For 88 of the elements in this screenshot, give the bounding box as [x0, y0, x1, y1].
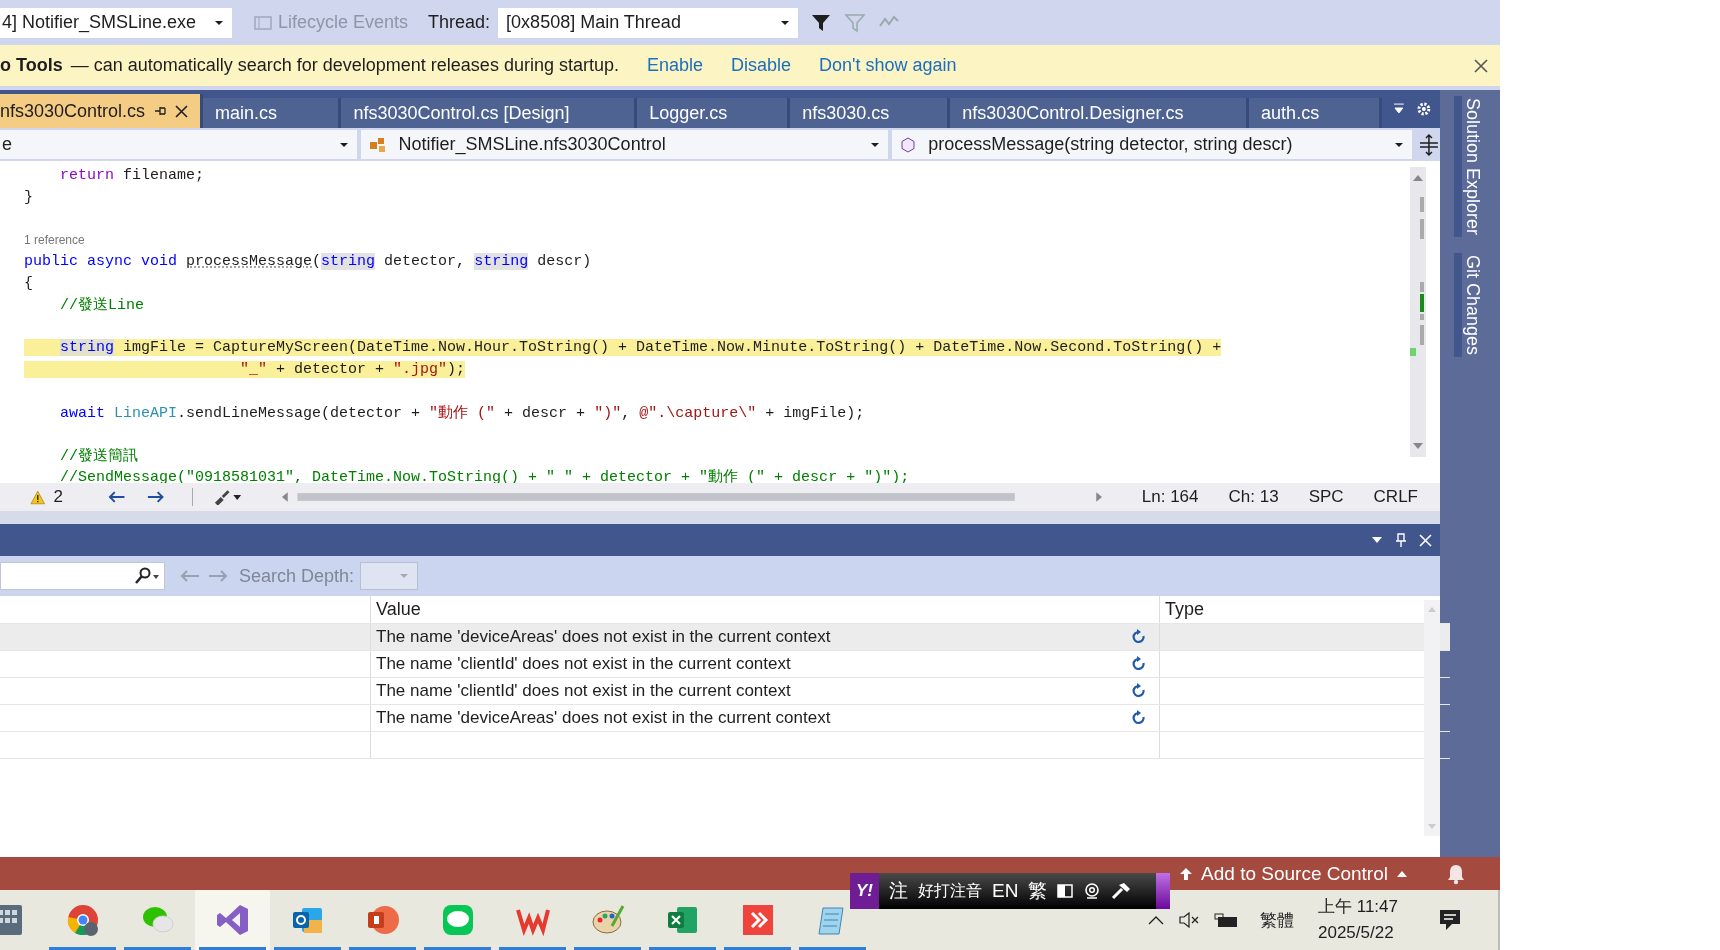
- line-endings[interactable]: CRLF: [1373, 487, 1418, 507]
- document-tab[interactable]: main.cs: [203, 98, 342, 128]
- muted-speaker-icon[interactable]: [1178, 911, 1200, 929]
- battery-icon[interactable]: [1214, 911, 1240, 929]
- caret-icon: [399, 573, 410, 579]
- clock[interactable]: 上午 11:47 2025/5/22: [1318, 894, 1398, 946]
- forward-arrow-icon[interactable]: [146, 489, 166, 505]
- code-line: public async void processMessage(string detector, string descr): [24, 253, 592, 271]
- whitespace-mode[interactable]: SPC: [1308, 487, 1344, 507]
- date-text: 2025/5/22: [1318, 922, 1395, 944]
- back-arrow-icon[interactable]: [107, 489, 127, 505]
- split-icon[interactable]: [1418, 132, 1440, 157]
- at-sign-icon[interactable]: [1083, 882, 1102, 900]
- input-language[interactable]: 繁體: [1260, 908, 1294, 932]
- line-number: Ln: 164: [1141, 487, 1199, 507]
- document-tab[interactable]: nfs3030Control.Designer.cs: [950, 98, 1250, 128]
- code-line: {: [24, 274, 33, 292]
- half-width-icon[interactable]: [1057, 883, 1074, 899]
- search-field[interactable]: [0, 562, 165, 590]
- code-line: string imgFile = CaptureMyScreen(DateTime.Now.Hour.ToString() + DateTime.Now.Minute.ToString() + DateTime.Now.Second.ToString() +: [24, 339, 1222, 357]
- source-control-button[interactable]: Add to Source Control: [1201, 862, 1388, 885]
- codelens-reference[interactable]: 1 reference: [24, 233, 85, 248]
- document-tab[interactable]: nfs3030Control.cs: [0, 94, 204, 128]
- notification-bell-icon[interactable]: [1446, 862, 1466, 885]
- infinity-logo-icon: [214, 902, 251, 938]
- ime-logo[interactable]: Y!: [850, 873, 879, 909]
- method-icon: [900, 136, 917, 153]
- code-line: await LineAPI.sendLineMessage(detector + "動作 (" + descr + ")", @".\capture\" + imgFile);: [59, 403, 865, 422]
- close-icon[interactable]: [1474, 58, 1488, 73]
- upload-arrow-icon[interactable]: [1179, 866, 1194, 881]
- taskbar-app[interactable]: [195, 890, 270, 950]
- column-header[interactable]: Value: [376, 599, 421, 620]
- class-icon: [368, 136, 387, 153]
- infobar-link[interactable]: Disable: [731, 55, 792, 76]
- table-cell-text: The name 'deviceAreas' does not exist in the current context: [376, 627, 832, 647]
- event-icon: [254, 14, 272, 31]
- thread-dropdown[interactable]: [0x8508] Main Thread: [498, 7, 799, 38]
- table-cell-text: The name 'clientId' does not exist in the current context: [376, 681, 792, 701]
- brush-icon[interactable]: [212, 489, 242, 505]
- chevron-up-icon[interactable]: [1148, 915, 1164, 925]
- close-icon[interactable]: [175, 104, 189, 118]
- code-line: return filename;: [59, 167, 205, 185]
- document-tab[interactable]: auth.cs: [1249, 98, 1383, 128]
- infobar-link[interactable]: Don't show again: [819, 55, 957, 76]
- vertical-scrollbar[interactable]: [1410, 167, 1426, 457]
- pin-icon[interactable]: [1395, 533, 1407, 547]
- dropdown-icon[interactable]: [1392, 102, 1407, 116]
- settings-icon[interactable]: [1416, 101, 1432, 117]
- column-number: Ch: 13: [1228, 487, 1279, 507]
- ime-language[interactable]: EN: [992, 880, 1019, 902]
- document-tab[interactable]: Logger.cs: [637, 98, 791, 128]
- document-tab[interactable]: nfs3030Control.cs [Design]: [341, 98, 638, 128]
- table-cell-text: The name 'deviceAreas' does not exist in the current context: [376, 708, 832, 728]
- infobar-message: — can automatically search for development releases during startup.: [70, 55, 619, 76]
- code-line: //發送簡訊: [59, 446, 138, 465]
- search-depth-label: Search Depth:: [239, 565, 355, 587]
- table-row[interactable]: The name 'deviceAreas' does not exist in the current context: [0, 624, 1450, 651]
- infobar-title: o Tools: [0, 55, 63, 76]
- infobar-link[interactable]: Enable: [646, 55, 703, 76]
- column-header[interactable]: Type: [1165, 599, 1205, 620]
- table-cell-text: The name 'clientId' does not exist in the current context: [376, 654, 792, 674]
- code-line: "_" + detector + ".jpg");: [24, 360, 466, 378]
- search-icon[interactable]: [134, 567, 160, 585]
- input-method-bar[interactable]: Y! 注 好打注音 EN 繁: [850, 873, 1170, 909]
- ime-name[interactable]: 好打注音: [918, 880, 982, 902]
- time-text: 上午 11:47: [1318, 896, 1398, 918]
- refresh-icon[interactable]: [1131, 628, 1147, 646]
- side-tab[interactable]: Git Changes: [1454, 253, 1487, 358]
- dropdown-icon[interactable]: [1371, 535, 1383, 545]
- pin-icon[interactable]: [153, 104, 168, 118]
- document-tab[interactable]: nfs3030.cs: [790, 98, 951, 128]
- hammer-icon[interactable]: [1111, 882, 1132, 900]
- warning-icon[interactable]: [30, 489, 46, 505]
- refresh-icon[interactable]: [1131, 682, 1147, 700]
- process-dropdown[interactable]: 4] Notifier_SMSLine.exe: [0, 7, 232, 38]
- ime-mode[interactable]: 注: [889, 878, 908, 904]
- refresh-icon[interactable]: [1131, 709, 1147, 727]
- code-line: //發送Line: [59, 296, 144, 315]
- refresh-icon[interactable]: [1131, 655, 1147, 673]
- ime-handle[interactable]: [1156, 873, 1170, 909]
- warning-count[interactable]: 2: [53, 487, 63, 507]
- caret-icon: [1396, 869, 1408, 878]
- side-tab[interactable]: Solution Explorer: [1454, 96, 1487, 238]
- vertical-scrollbar[interactable]: [1424, 600, 1440, 836]
- ime-script[interactable]: 繁: [1028, 878, 1048, 904]
- code-line: }: [24, 188, 33, 206]
- thread-label: Thread:: [428, 12, 491, 33]
- project-dropdown[interactable]: e: [0, 130, 357, 159]
